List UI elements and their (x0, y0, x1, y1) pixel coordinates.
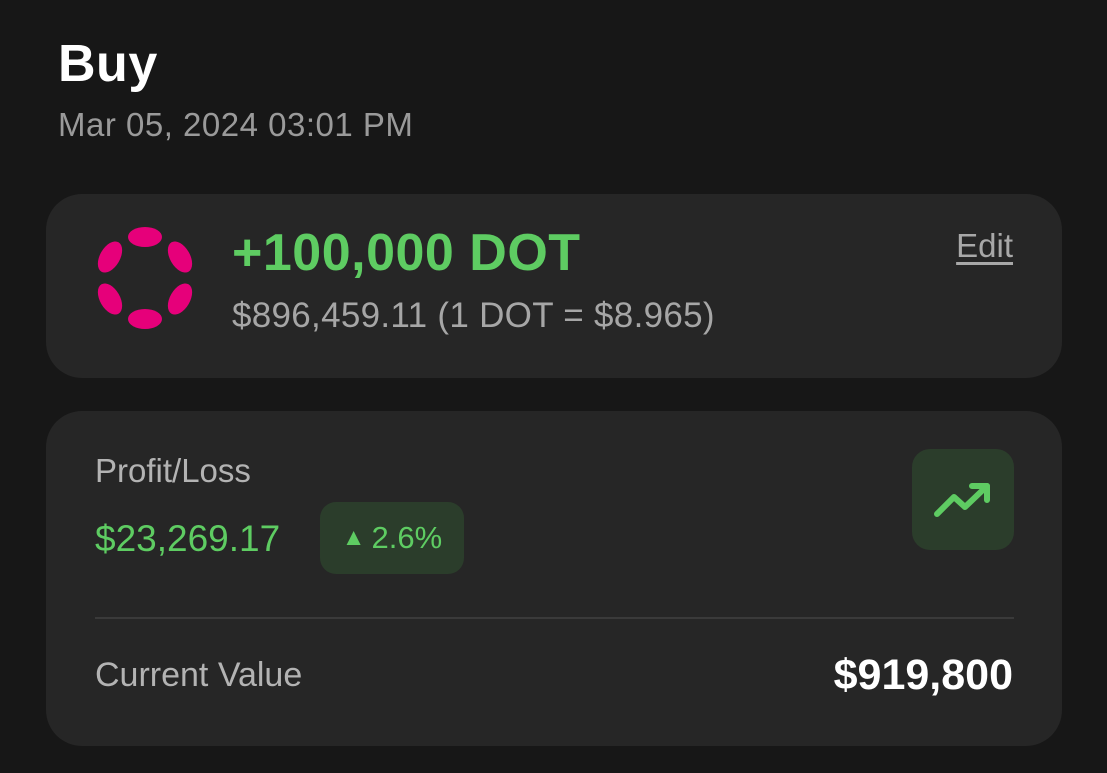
percent-change-badge: ▲ 2.6% (320, 502, 464, 574)
profit-loss-value: $23,269.17 (95, 518, 281, 559)
transaction-datetime: Mar 05, 2024 03:01 PM (58, 106, 414, 143)
page-title: Buy (58, 35, 158, 93)
buy-amount: +100,000 DOT (232, 224, 581, 282)
transaction-card (46, 194, 1062, 378)
trend-button[interactable] (912, 449, 1014, 550)
current-value-label: Current Value (95, 656, 303, 694)
triangle-up-icon: ▲ (341, 524, 366, 551)
fiat-amount-and-rate: $896,459.11 (1 DOT = $8.965) (232, 296, 715, 335)
transaction-detail-screen: Buy Mar 05, 2024 03:01 PM +100,000 DOT $… (0, 0, 1107, 773)
profit-loss-label: Profit/Loss (95, 452, 251, 489)
current-value-amount: $919,800 (833, 651, 1013, 699)
percent-change-value: 2.6% (371, 520, 443, 555)
divider (95, 617, 1014, 619)
polkadot-logo-icon (97, 227, 193, 329)
trending-up-icon (934, 482, 990, 517)
edit-link[interactable]: Edit (956, 227, 1013, 265)
